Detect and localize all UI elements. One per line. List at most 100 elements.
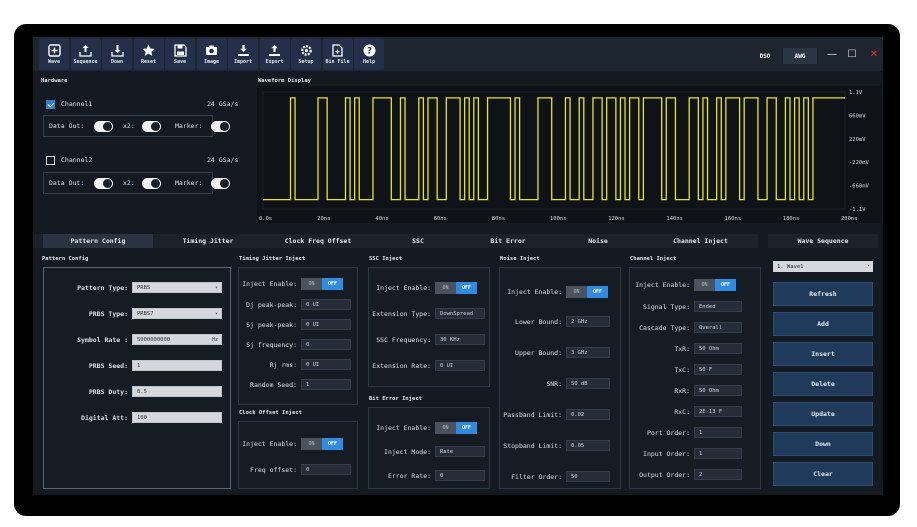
wave-sequence-select[interactable]: 1. Wave1 ▾ bbox=[773, 261, 873, 272]
toolbar-wave-button[interactable]: Wave bbox=[39, 38, 69, 70]
channel2-checkbox[interactable] bbox=[46, 156, 55, 165]
tab-channel-inject[interactable]: Channel Inject bbox=[643, 234, 758, 248]
switch-off: OFF bbox=[322, 438, 343, 450]
pattern-type-select[interactable]: PRBS ▾ bbox=[132, 282, 222, 293]
waveform-display: 1.1V 660mV 220mV -220mV -660mV -1.1V 0.0s 20ns 4… bbox=[257, 86, 881, 223]
sj-pp-input[interactable]: 0 UI bbox=[301, 319, 351, 330]
cascade-type-label: Cascade Type: bbox=[639, 324, 690, 332]
x-tick-label: 0.0s bbox=[259, 216, 272, 222]
toolbar-export-button[interactable]: Export bbox=[259, 38, 290, 70]
upper-bound-input[interactable]: 3 GHz bbox=[566, 347, 610, 358]
tab-clock-freq-offset[interactable]: Clock Freq Offset bbox=[263, 234, 373, 248]
toolbar-button-label: Image bbox=[203, 58, 220, 65]
port-order-input[interactable]: 1 bbox=[694, 427, 742, 438]
update-button[interactable]: Update bbox=[773, 402, 873, 426]
toolbar-setup-button[interactable]: Setup bbox=[291, 38, 321, 70]
minimize-button[interactable]: — bbox=[825, 47, 839, 61]
toolbar-sequence-button[interactable]: Sequence bbox=[70, 38, 101, 70]
channel1-checkbox[interactable] bbox=[46, 100, 55, 109]
timing-jitter-title: Timing Jitter Inject bbox=[239, 256, 306, 262]
toolbar-image-button[interactable]: Image bbox=[196, 38, 227, 70]
txc-input[interactable]: 50 F bbox=[694, 364, 742, 375]
jitter-enable-switch[interactable]: ON OFF bbox=[301, 278, 343, 290]
prbs-seed-input[interactable]: 1 bbox=[132, 360, 222, 371]
insert-button[interactable]: Insert bbox=[773, 342, 873, 366]
snr-input[interactable]: 50 dB bbox=[566, 378, 610, 389]
inject-mode-input[interactable]: Rate bbox=[435, 446, 485, 457]
camera-icon bbox=[206, 45, 217, 55]
digital-att-input[interactable]: 100 bbox=[132, 412, 222, 423]
toolbar-reset-button[interactable]: Reset bbox=[133, 38, 164, 70]
prbs-type-select[interactable]: PRBS7 ▾ bbox=[132, 308, 222, 319]
passband-limit-input[interactable]: 0.02 bbox=[566, 409, 610, 420]
txr-input[interactable]: 50 Ohm bbox=[694, 343, 742, 354]
x-tick-label: 100ns bbox=[550, 216, 567, 222]
x-tick-label: 120ns bbox=[608, 216, 625, 222]
ssc-enable-switch[interactable]: ON OFF bbox=[435, 282, 477, 294]
add-button[interactable]: Add bbox=[773, 312, 873, 336]
channel2-data-out-toggle[interactable] bbox=[94, 178, 113, 189]
gear-icon bbox=[300, 44, 312, 56]
refresh-button[interactable]: Refresh bbox=[773, 282, 873, 306]
rxc-input[interactable]: 2E-13 F bbox=[694, 406, 742, 417]
tab-timing-jitter[interactable]: Timing Jitter bbox=[153, 234, 263, 248]
biterror-enable-switch[interactable]: ON OFF bbox=[435, 422, 477, 434]
extension-rate-input[interactable]: 0 UI bbox=[435, 360, 485, 371]
pattern-type-label: Pattern Type: bbox=[77, 284, 128, 292]
symbol-rate-input[interactable]: 5000000000 Hz bbox=[132, 334, 222, 345]
switch-off: OFF bbox=[456, 422, 477, 434]
freq-offset-input[interactable]: 0 bbox=[301, 464, 351, 475]
upper-bound-label: Upper Bound: bbox=[515, 349, 562, 357]
lower-bound-input[interactable]: 2 GHz bbox=[566, 316, 610, 327]
tab-noise[interactable]: Noise bbox=[553, 234, 643, 248]
tab-pattern-config[interactable]: Pattern Config bbox=[43, 234, 153, 248]
rxr-input[interactable]: 50 Ohm bbox=[694, 385, 742, 396]
mode-awg-tab[interactable]: AWG bbox=[783, 48, 817, 64]
delete-button[interactable]: Delete bbox=[773, 372, 873, 396]
dj-input[interactable]: 0 UI bbox=[301, 299, 351, 310]
y-tick-label: 1.1V bbox=[849, 90, 863, 96]
channel-enable-switch[interactable]: ON OFF bbox=[694, 279, 736, 291]
toolbar-button-label: Setup bbox=[298, 58, 314, 65]
txr-label: TxR: bbox=[674, 345, 690, 353]
toolbar-button-label: Help bbox=[362, 58, 376, 65]
channel2-marker-toggle[interactable] bbox=[211, 178, 230, 189]
output-order-input[interactable]: 2 bbox=[694, 469, 742, 480]
input-order-label: Input Order: bbox=[643, 450, 690, 458]
tab-bit-error[interactable]: Bit Error bbox=[463, 234, 553, 248]
stopband-limit-input[interactable]: 0.05 bbox=[566, 440, 610, 451]
toolbar-down-button[interactable]: Down bbox=[102, 38, 132, 70]
lower-bound-label: Lower Bound: bbox=[515, 318, 562, 326]
rj-rms-input[interactable]: 0 UI bbox=[301, 359, 351, 370]
filter-order-input[interactable]: 50 bbox=[566, 471, 610, 482]
toolbar-bin-file-button[interactable]: Bin File bbox=[322, 38, 353, 70]
clear-button[interactable]: Clear bbox=[773, 462, 873, 486]
maximize-button[interactable]: ☐ bbox=[845, 47, 859, 61]
toolbar-save-button[interactable]: Save bbox=[165, 38, 195, 70]
random-seed-input[interactable]: 1 bbox=[301, 379, 351, 390]
x-tick-label: 20ns bbox=[317, 216, 330, 222]
channel1-x2-toggle[interactable] bbox=[142, 121, 161, 132]
ssc-frequency-input[interactable]: 30 KHz bbox=[435, 334, 485, 345]
down-button[interactable]: Down bbox=[773, 432, 873, 456]
cascade-type-input[interactable]: Overall bbox=[694, 322, 742, 333]
sj-freq-input[interactable]: 0 bbox=[301, 339, 351, 350]
channel1-marker-toggle[interactable] bbox=[211, 121, 230, 132]
noise-enable-switch[interactable]: ON OFF bbox=[566, 286, 608, 298]
channel1-data-out-toggle[interactable] bbox=[94, 121, 113, 132]
clock-enable-switch[interactable]: ON OFF bbox=[301, 438, 343, 450]
toolbar-help-button[interactable]: ? Help bbox=[354, 38, 384, 70]
extension-type-input[interactable]: DownSpread bbox=[435, 308, 485, 319]
bit-error-title: Bit Error Inject bbox=[369, 396, 422, 402]
channel2-x2-toggle[interactable] bbox=[142, 178, 161, 189]
tab-ssc[interactable]: SSC bbox=[373, 234, 463, 248]
waveform-plot: 1.1V 660mV 220mV -220mV -660mV -1.1V 0.0s 20ns 4… bbox=[259, 90, 870, 222]
toolbar-import-button[interactable]: Import bbox=[228, 38, 258, 70]
signal-type-input[interactable]: Ended bbox=[694, 301, 742, 312]
input-order-input[interactable]: 1 bbox=[694, 448, 742, 459]
close-button[interactable]: ✕ bbox=[867, 47, 881, 61]
prbs-duty-input[interactable]: 0.5 bbox=[132, 386, 222, 397]
mode-dso-tab[interactable]: DSO bbox=[751, 48, 779, 64]
error-rate-input[interactable]: 0 bbox=[435, 470, 485, 481]
channel-inject-panel: Inject Enable: ON OFF Signal Type: Ended … bbox=[629, 267, 761, 489]
